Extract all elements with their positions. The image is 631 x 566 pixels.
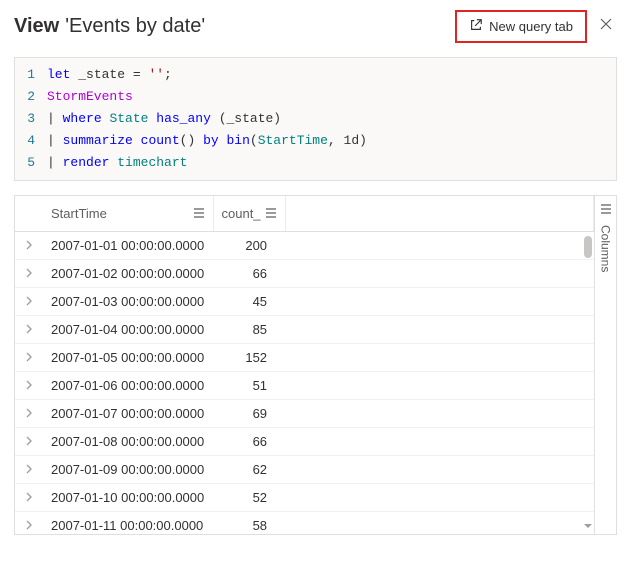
column-menu-icon[interactable]	[193, 206, 205, 221]
table-row[interactable]: 2007-01-04 00:00:00.000085	[15, 316, 594, 344]
expand-row-button[interactable]	[15, 512, 43, 535]
cell-count: 85	[213, 316, 285, 344]
cell-empty	[285, 484, 593, 512]
expand-row-button[interactable]	[15, 456, 43, 484]
line-number: 3	[15, 108, 47, 130]
cell-count: 66	[213, 260, 285, 288]
column-header-count[interactable]: count_	[213, 196, 285, 232]
panel-header: View 'Events by date' New query tab	[0, 0, 631, 57]
code-line: 1let _state = '';	[15, 64, 616, 86]
results-table: StartTime count_	[15, 196, 594, 534]
columns-icon[interactable]	[600, 202, 612, 217]
header-actions: New query tab	[455, 10, 617, 43]
cell-empty	[285, 400, 593, 428]
cell-starttime: 2007-01-08 00:00:00.0000	[43, 428, 213, 456]
columns-label: Columns	[599, 225, 613, 272]
cell-count: 69	[213, 400, 285, 428]
cell-empty	[285, 316, 593, 344]
cell-empty	[285, 428, 593, 456]
code-content: let _state = '';	[47, 64, 172, 86]
code-content: StormEvents	[47, 86, 133, 108]
cell-starttime: 2007-01-07 00:00:00.0000	[43, 400, 213, 428]
table-row[interactable]: 2007-01-05 00:00:00.0000152	[15, 344, 594, 372]
cell-starttime: 2007-01-10 00:00:00.0000	[43, 484, 213, 512]
cell-empty	[285, 456, 593, 484]
cell-count: 152	[213, 344, 285, 372]
column-header-starttime[interactable]: StartTime	[43, 196, 213, 232]
cell-count: 66	[213, 428, 285, 456]
cell-count: 51	[213, 372, 285, 400]
view-name: 'Events by date'	[65, 15, 205, 38]
cell-empty	[285, 372, 593, 400]
cell-count: 62	[213, 456, 285, 484]
code-line: 2StormEvents	[15, 86, 616, 108]
table-row[interactable]: 2007-01-11 00:00:00.000058	[15, 512, 594, 535]
table-row[interactable]: 2007-01-02 00:00:00.000066	[15, 260, 594, 288]
cell-starttime: 2007-01-11 00:00:00.0000	[43, 512, 213, 535]
cell-count: 58	[213, 512, 285, 535]
close-icon	[599, 18, 613, 35]
cell-empty	[285, 512, 593, 535]
open-external-icon	[469, 18, 483, 35]
query-editor[interactable]: 1let _state = '';2StormEvents3| where St…	[14, 57, 617, 181]
cell-empty	[285, 260, 593, 288]
cell-starttime: 2007-01-04 00:00:00.0000	[43, 316, 213, 344]
expand-row-button[interactable]	[15, 400, 43, 428]
cell-count: 45	[213, 288, 285, 316]
line-number: 4	[15, 130, 47, 152]
cell-count: 52	[213, 484, 285, 512]
cell-starttime: 2007-01-03 00:00:00.0000	[43, 288, 213, 316]
column-menu-icon[interactable]	[265, 206, 277, 221]
expand-row-button[interactable]	[15, 484, 43, 512]
code-line: 3| where State has_any (_state)	[15, 108, 616, 130]
expand-row-button[interactable]	[15, 288, 43, 316]
scrollbar[interactable]	[582, 232, 594, 534]
code-line: 4| summarize count() by bin(StartTime, 1…	[15, 130, 616, 152]
expand-row-button[interactable]	[15, 316, 43, 344]
cell-starttime: 2007-01-01 00:00:00.0000	[43, 232, 213, 260]
scrollbar-thumb[interactable]	[584, 236, 592, 258]
expand-row-button[interactable]	[15, 232, 43, 260]
expand-row-button[interactable]	[15, 344, 43, 372]
results-tbody: 2007-01-01 00:00:00.00002002007-01-02 00…	[15, 232, 594, 535]
cell-empty	[285, 288, 593, 316]
cell-empty	[285, 344, 593, 372]
cell-starttime: 2007-01-09 00:00:00.0000	[43, 456, 213, 484]
table-row[interactable]: 2007-01-03 00:00:00.000045	[15, 288, 594, 316]
line-number: 5	[15, 152, 47, 174]
columns-side-panel[interactable]: Columns	[594, 196, 616, 534]
code-content: | where State has_any (_state)	[47, 108, 281, 130]
table-row[interactable]: 2007-01-08 00:00:00.000066	[15, 428, 594, 456]
expand-row-button[interactable]	[15, 260, 43, 288]
expand-row-button[interactable]	[15, 428, 43, 456]
line-number: 1	[15, 64, 47, 86]
cell-starttime: 2007-01-05 00:00:00.0000	[43, 344, 213, 372]
close-button[interactable]	[595, 13, 617, 40]
view-label: View	[14, 15, 59, 38]
code-line: 5| render timechart	[15, 152, 616, 174]
results-table-wrap: StartTime count_	[15, 196, 594, 534]
table-row[interactable]: 2007-01-07 00:00:00.000069	[15, 400, 594, 428]
scrollbar-down-arrow[interactable]	[584, 522, 592, 532]
results-panel: StartTime count_	[14, 195, 617, 535]
expand-column-header	[15, 196, 43, 232]
table-row[interactable]: 2007-01-09 00:00:00.000062	[15, 456, 594, 484]
cell-empty	[285, 232, 593, 260]
expand-row-button[interactable]	[15, 372, 43, 400]
cell-count: 200	[213, 232, 285, 260]
cell-starttime: 2007-01-02 00:00:00.0000	[43, 260, 213, 288]
page-title: View 'Events by date'	[14, 15, 205, 38]
code-content: | render timechart	[47, 152, 187, 174]
new-query-label: New query tab	[489, 19, 573, 34]
code-content: | summarize count() by bin(StartTime, 1d…	[47, 130, 367, 152]
column-label: StartTime	[51, 206, 107, 221]
column-header-empty	[285, 196, 593, 232]
table-row[interactable]: 2007-01-10 00:00:00.000052	[15, 484, 594, 512]
column-label: count_	[222, 206, 261, 221]
cell-starttime: 2007-01-06 00:00:00.0000	[43, 372, 213, 400]
table-row[interactable]: 2007-01-06 00:00:00.000051	[15, 372, 594, 400]
new-query-tab-button[interactable]: New query tab	[455, 10, 587, 43]
table-row[interactable]: 2007-01-01 00:00:00.0000200	[15, 232, 594, 260]
line-number: 2	[15, 86, 47, 108]
